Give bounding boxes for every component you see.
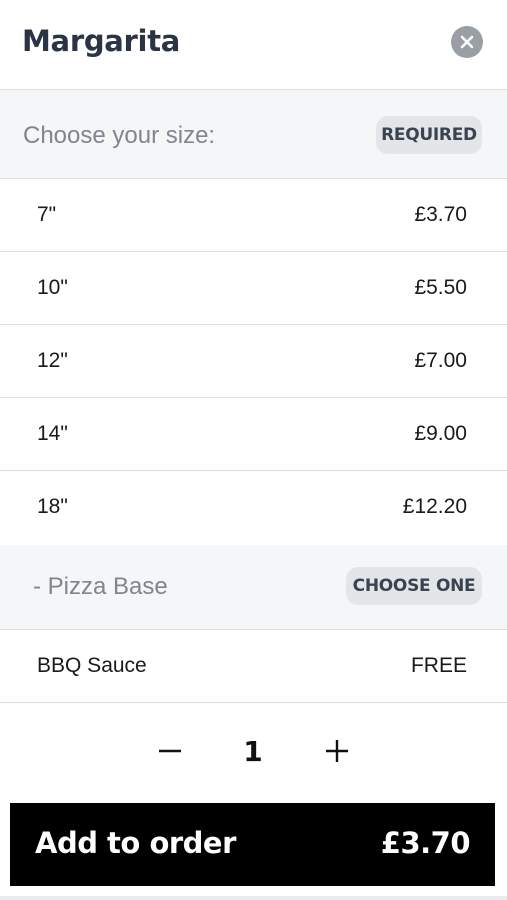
decrease-quantity-button[interactable] — [152, 733, 188, 769]
plus-icon — [326, 740, 348, 762]
close-icon — [460, 35, 474, 49]
size-option-10[interactable]: 10" £5.50 — [0, 252, 507, 325]
size-option-12[interactable]: 12" £7.00 — [0, 325, 507, 398]
minus-icon — [159, 749, 181, 753]
increase-quantity-button[interactable] — [319, 733, 355, 769]
size-section-header: Choose your size: REQUIRED — [0, 90, 507, 179]
size-option-14[interactable]: 14" £9.00 — [0, 398, 507, 471]
quantity-stepper: 1 — [0, 705, 507, 797]
dialog-header: Margarita — [0, 0, 507, 90]
required-badge: REQUIRED — [376, 116, 482, 154]
add-to-order-button[interactable]: Add to order £3.70 — [10, 803, 495, 886]
base-section-header: - Pizza Base CHOOSE ONE — [0, 545, 507, 630]
option-name: 18" — [37, 495, 68, 518]
quantity-value: 1 — [243, 735, 263, 768]
order-total: £3.70 — [380, 826, 471, 860]
option-price: £3.70 — [414, 203, 467, 226]
bottom-divider — [0, 896, 507, 900]
choose-one-badge: CHOOSE ONE — [346, 567, 482, 605]
option-name: BBQ Sauce — [37, 654, 147, 677]
base-option-bbq-sauce[interactable]: BBQ Sauce FREE — [0, 630, 507, 703]
close-button[interactable] — [451, 26, 483, 58]
item-title: Margarita — [22, 24, 181, 58]
option-price: £5.50 — [414, 276, 467, 299]
size-option-18[interactable]: 18" £12.20 — [0, 471, 507, 544]
option-price: FREE — [410, 654, 467, 677]
option-price: £12.20 — [402, 495, 467, 518]
option-name: 14" — [37, 422, 68, 445]
option-price: £9.00 — [414, 422, 467, 445]
option-name: 7" — [37, 203, 57, 226]
size-option-7[interactable]: 7" £3.70 — [0, 179, 507, 252]
option-price: £7.00 — [414, 349, 467, 372]
option-name: 10" — [37, 276, 68, 299]
add-to-order-label: Add to order — [35, 826, 236, 860]
size-section-label: Choose your size: — [23, 122, 216, 149]
option-name: 12" — [37, 349, 68, 372]
base-section-label: - Pizza Base — [33, 573, 168, 600]
